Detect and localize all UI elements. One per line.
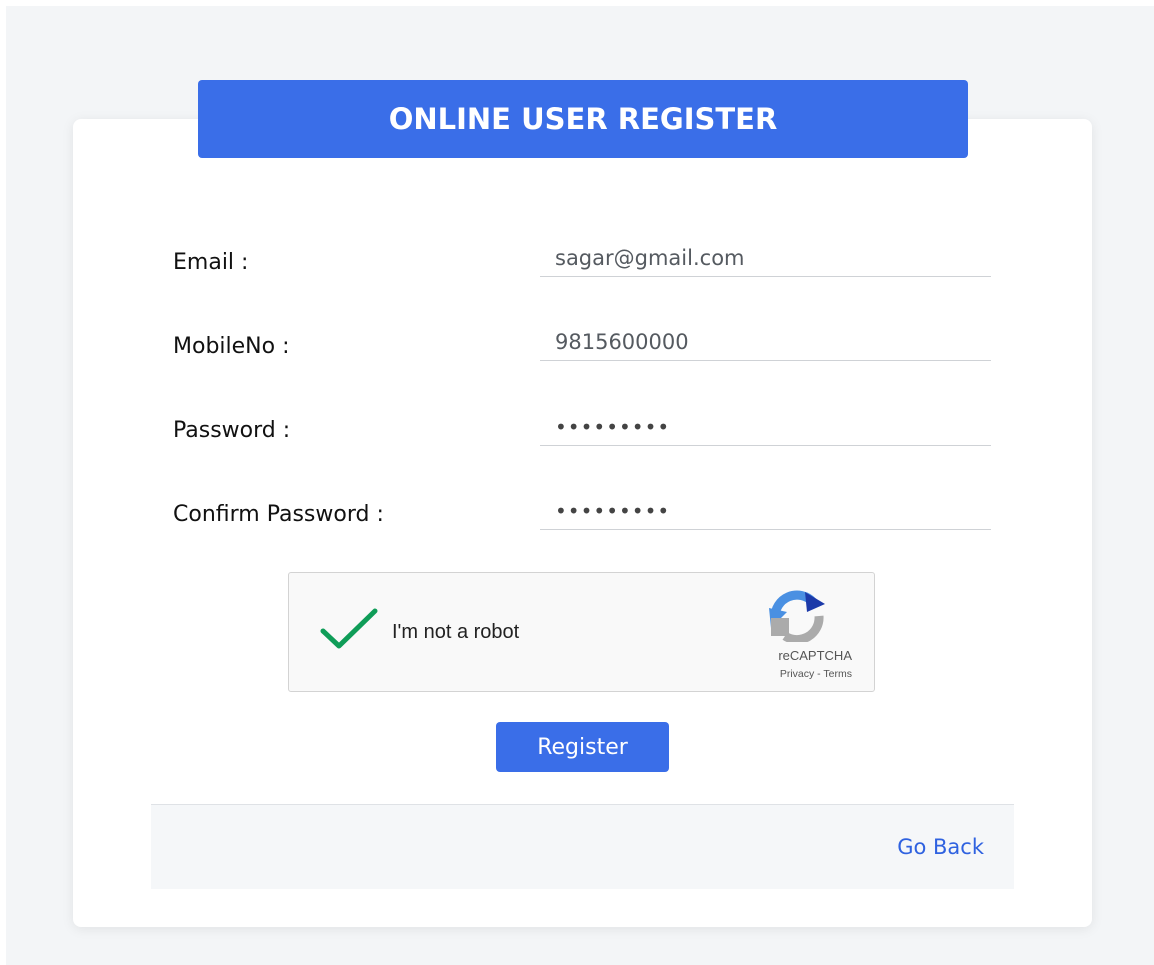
- mobile-label: MobileNo :: [173, 334, 290, 359]
- register-button[interactable]: Register: [496, 722, 669, 772]
- email-label: Email :: [173, 250, 249, 275]
- confirm-password-label: Confirm Password :: [173, 502, 384, 527]
- checkmark-icon[interactable]: [319, 605, 379, 655]
- recaptcha-links: Privacy - Terms: [780, 668, 852, 680]
- confirm-password-field[interactable]: [540, 492, 991, 530]
- password-field[interactable]: [540, 408, 991, 446]
- card-footer: Go Back: [151, 804, 1014, 889]
- recaptcha-logo-icon: [769, 590, 825, 642]
- recaptcha-label: I'm not a robot: [392, 621, 520, 643]
- go-back-link[interactable]: Go Back: [897, 835, 984, 859]
- terms-link[interactable]: Terms: [823, 668, 852, 680]
- password-label: Password :: [173, 418, 291, 443]
- mobile-field[interactable]: [540, 323, 991, 361]
- recaptcha-widget: I'm not a robot reCAPTCHA Privacy - Term…: [288, 572, 875, 692]
- recaptcha-brand: reCAPTCHA: [778, 648, 852, 663]
- email-field[interactable]: [540, 239, 991, 277]
- page-title: ONLINE USER REGISTER: [198, 80, 968, 158]
- privacy-link[interactable]: Privacy: [780, 668, 814, 680]
